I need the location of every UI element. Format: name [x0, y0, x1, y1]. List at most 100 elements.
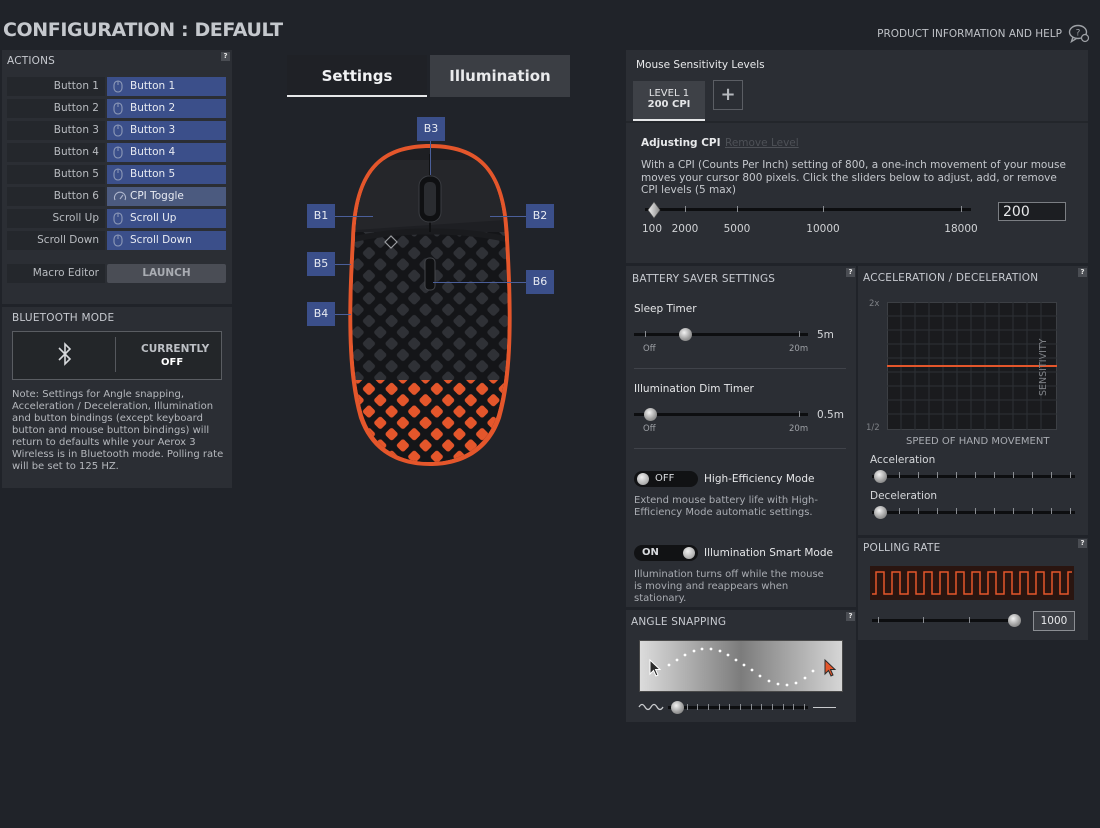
high-efficiency-toggle[interactable]: OFF	[634, 471, 698, 487]
action-binding-button[interactable]: CPI Toggle	[107, 187, 226, 206]
smart-mode-desc: Illumination turns off while the mouse i…	[634, 569, 824, 604]
deceleration-tick	[975, 508, 976, 514]
action-binding-button[interactable]: Button 4	[107, 143, 226, 162]
action-binding-button[interactable]: Button 2	[107, 99, 226, 118]
wave-icon	[638, 701, 664, 716]
angle-snapping-handle[interactable]	[671, 701, 684, 714]
battery-title: BATTERY SAVER SETTINGS	[632, 273, 776, 285]
dim-timer-min: Off	[643, 424, 656, 434]
bluetooth-icon	[56, 341, 74, 370]
acceleration-track[interactable]	[872, 475, 1075, 478]
dim-timer-title: Illumination Dim Timer	[634, 383, 754, 395]
sleep-timer-track[interactable]	[634, 333, 808, 336]
tab-settings[interactable]: Settings	[287, 55, 427, 97]
sleep-timer-title: Sleep Timer	[634, 303, 697, 315]
acceleration-tick	[1070, 472, 1071, 478]
cpi-slider-track[interactable]	[645, 208, 971, 211]
sleep-timer-tick	[645, 331, 646, 337]
callout-b1[interactable]: B1	[307, 204, 335, 228]
deceleration-track[interactable]	[872, 511, 1075, 514]
acceleration-handle[interactable]	[874, 470, 887, 483]
battery-help-icon[interactable]: ?	[846, 268, 855, 277]
action-binding-button[interactable]: Scroll Up	[107, 209, 226, 228]
cpi-tick-label: 10000	[806, 223, 840, 235]
callout-b2[interactable]: B2	[526, 204, 554, 228]
callout-b6[interactable]: B6	[526, 270, 554, 294]
tab-illumination[interactable]: Illumination	[430, 55, 570, 97]
macro-editor-row: Macro Editor LAUNCH	[7, 264, 226, 283]
polling-rate-handle[interactable]	[1008, 614, 1021, 627]
deceleration-tick	[956, 508, 957, 514]
acceleration-tick	[899, 472, 900, 478]
smart-mode-toggle[interactable]: ON	[634, 545, 698, 561]
accel-y-top: 2x	[869, 299, 880, 309]
deceleration-label: Deceleration	[870, 490, 938, 502]
page-title: CONFIGURATION : DEFAULT	[3, 19, 283, 41]
polling-rate-graph	[870, 566, 1074, 603]
deceleration-handle[interactable]	[874, 506, 887, 519]
bluetooth-toggle[interactable]	[12, 331, 222, 380]
acceleration-graph	[887, 302, 1057, 433]
dim-timer-track[interactable]	[634, 413, 808, 416]
action-binding-button[interactable]: Scroll Down	[107, 231, 226, 250]
sleep-timer-min: Off	[643, 344, 656, 354]
angle-snapping-tick	[697, 704, 698, 710]
angle-snapping-track[interactable]	[668, 706, 808, 709]
bluetooth-status-label: CURRENTLY	[141, 343, 210, 355]
callout-b5-line	[335, 264, 351, 265]
bluetooth-note: Note: Settings for Angle snapping, Accel…	[12, 389, 224, 472]
angle-snapping-tick	[751, 704, 752, 710]
smart-mode-toggle-knob	[683, 547, 695, 559]
sleep-timer-max: 20m	[789, 344, 809, 354]
action-row: Button 3 Button 3	[7, 121, 226, 140]
action-binding-button[interactable]: Button 1	[107, 77, 226, 96]
launch-macro-button[interactable]: LAUNCH	[107, 264, 226, 283]
battery-divider-2	[634, 448, 846, 449]
action-row: Button 5 Button 5	[7, 165, 226, 184]
acceleration-tick	[975, 472, 976, 478]
polling-rate-track[interactable]	[872, 619, 1020, 622]
product-help-link[interactable]: PRODUCT INFORMATION AND HELP	[877, 28, 1062, 40]
angle-snapping-preview	[639, 640, 843, 692]
action-binding-button[interactable]: Button 3	[107, 121, 226, 140]
deceleration-tick	[937, 508, 938, 514]
callout-b2-line	[490, 216, 526, 217]
callout-b3[interactable]: B3	[417, 117, 445, 141]
polling-rate-value[interactable]: 1000	[1033, 611, 1075, 631]
acceleration-help-icon[interactable]: ?	[1078, 268, 1087, 277]
dim-timer-handle[interactable]	[644, 408, 657, 421]
cpi-slider-tick	[685, 206, 686, 212]
deceleration-tick	[1013, 508, 1014, 514]
actions-help-icon[interactable]: ?	[221, 52, 230, 61]
straight-line-icon	[813, 707, 836, 708]
mouse-icon	[113, 212, 123, 232]
callout-b4[interactable]: B4	[307, 302, 335, 326]
callout-b5[interactable]: B5	[307, 252, 335, 276]
acceleration-tick	[1051, 472, 1052, 478]
help-chat-icon[interactable]: ?	[1068, 24, 1090, 47]
mouse-image	[335, 140, 525, 473]
cpi-tick-label: 2000	[671, 223, 699, 235]
sensitivity-title: Mouse Sensitivity Levels	[636, 59, 765, 71]
sleep-timer-handle[interactable]	[679, 328, 692, 341]
cpi-level-1-tab[interactable]: LEVEL 1 200 CPI	[633, 81, 705, 121]
bluetooth-status-value: OFF	[161, 357, 184, 368]
svg-text:?: ?	[1076, 29, 1081, 39]
angle-snapping-tick	[740, 704, 741, 710]
polling-rate-help-icon[interactable]: ?	[1078, 539, 1087, 548]
acceleration-tick	[918, 472, 919, 478]
add-cpi-level-button[interactable]: +	[713, 80, 743, 110]
angle-snapping-help-icon[interactable]: ?	[846, 612, 855, 621]
cpi-slider-tick	[823, 206, 824, 212]
acceleration-tick	[994, 472, 995, 478]
cpi-slider-handle[interactable]	[647, 201, 661, 222]
cpi-slider-tick	[737, 206, 738, 212]
angle-snapping-tick	[772, 704, 773, 710]
action-label: Scroll Up	[7, 209, 105, 228]
action-binding-button[interactable]: Button 5	[107, 165, 226, 184]
cpi-value-input[interactable]	[998, 202, 1066, 221]
mouse-icon	[113, 168, 123, 188]
action-label: Button 6	[7, 187, 105, 206]
remove-level-link[interactable]: Remove Level	[725, 137, 799, 149]
accel-y-bottom: 1/2	[866, 423, 880, 433]
